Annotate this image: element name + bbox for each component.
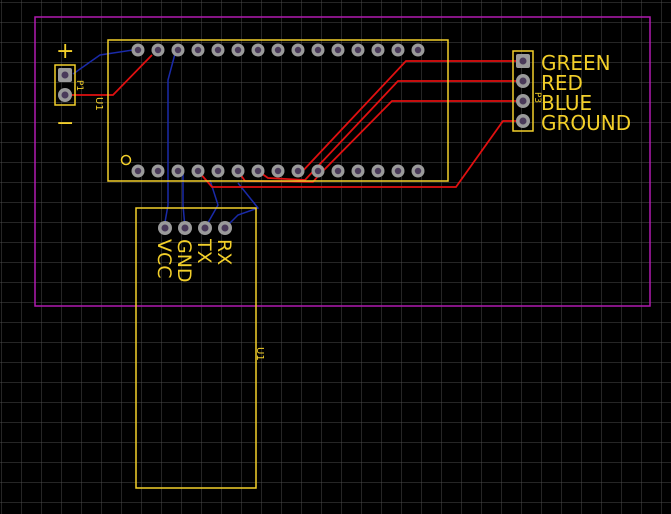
mcu-pad-hole-bottom-13	[374, 167, 382, 175]
power-pad-plus-hole	[61, 71, 69, 79]
mcu-pad-hole-bottom-7	[254, 167, 262, 175]
mcu-pad-hole-bottom-2	[154, 167, 162, 175]
bt-pad-tx-hole	[201, 224, 209, 232]
power-minus-label: −	[56, 111, 74, 136]
bt-label-tx: TX	[193, 238, 215, 264]
mcu-pad-hole-bottom-6	[234, 167, 242, 175]
mcu-pad-hole-bottom-3	[174, 167, 182, 175]
bt-pad-rx-hole	[221, 224, 229, 232]
mcu-pad-hole-top-3	[174, 46, 182, 54]
mcu-pad-hole-bottom-12	[354, 167, 362, 175]
bt-pad-vcc-hole	[161, 224, 169, 232]
mcu-pad-hole-bottom-9	[294, 167, 302, 175]
mcu-pad-hole-bottom-4	[194, 167, 202, 175]
mcu-pad-hole-top-8	[274, 46, 282, 54]
bluetooth-module-ref: U1	[254, 347, 265, 361]
bt-pad-gnd-hole	[181, 224, 189, 232]
mcu-pad-hole-bottom-10	[314, 167, 322, 175]
mcu-pad-hole-bottom-11	[334, 167, 342, 175]
mcu-pad-hole-top-10	[314, 46, 322, 54]
bt-label-vcc: VCC	[153, 239, 175, 279]
mcu-pad-hole-top-11	[334, 46, 342, 54]
mcu-ref: U1	[93, 97, 104, 111]
power-pad-minus-hole	[61, 91, 69, 99]
led-pad-red-hole	[519, 77, 527, 85]
mcu-pad-hole-top-14	[394, 46, 402, 54]
mcu-pad-hole-bottom-14	[394, 167, 402, 175]
power-plus-label: +	[56, 39, 74, 64]
mcu-pad-hole-top-5	[214, 46, 222, 54]
mcu-pad-hole-top-15	[414, 46, 422, 54]
mcu-pad-hole-top-12	[354, 46, 362, 54]
mcu-pad-hole-bottom-15	[414, 167, 422, 175]
pcb-layout-canvas: + − P1 U1 P3 GREEN RED BLUE GROUND VCC G…	[0, 0, 671, 514]
led-pad-blue-hole	[519, 97, 527, 105]
mcu-pad-hole-top-7	[254, 46, 262, 54]
mcu-pad-hole-top-1	[134, 46, 142, 54]
mcu-pad-hole-bottom-8	[274, 167, 282, 175]
led-pad-green-hole	[519, 57, 527, 65]
mcu-pad-hole-top-4	[194, 46, 202, 54]
mcu-pad-hole-top-13	[374, 46, 382, 54]
mcu-pad-hole-bottom-5	[214, 167, 222, 175]
bt-label-gnd: GND	[173, 239, 195, 283]
mcu-pad-hole-top-9	[294, 46, 302, 54]
mcu-pad-hole-top-2	[154, 46, 162, 54]
bt-label-rx: RX	[213, 239, 235, 265]
power-connector-ref: P1	[74, 80, 84, 91]
led-label-ground: GROUND	[541, 111, 631, 135]
led-pad-ground-hole	[519, 117, 527, 125]
mcu-pad-hole-bottom-1	[134, 167, 142, 175]
mcu-pad-hole-top-6	[234, 46, 242, 54]
